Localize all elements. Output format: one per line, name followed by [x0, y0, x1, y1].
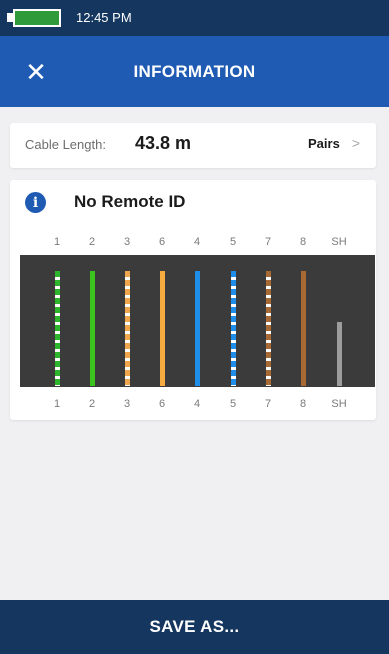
- pin-label-bottom: 2: [88, 398, 96, 410]
- battery-icon: [13, 9, 61, 27]
- pin-label-bottom: SH: [331, 398, 347, 410]
- cable-length-value: 43.8 m: [135, 133, 192, 153]
- pin-label-bottom: 5: [229, 398, 237, 410]
- page-title: INFORMATION: [133, 62, 256, 81]
- status-bar: 12:45 PM: [0, 0, 389, 36]
- wire-pin-sh: [337, 322, 342, 386]
- pin-label-bottom: 4: [193, 398, 201, 410]
- wire-pin-8: [301, 271, 306, 386]
- pin-label-top: 7: [264, 236, 272, 248]
- wire-pin-7: [266, 271, 271, 386]
- title-bar: ✕ INFORMATION: [0, 36, 389, 107]
- cable-length-label: Cable Length:: [25, 137, 106, 152]
- wire-pin-3: [125, 271, 130, 386]
- pin-label-top: 1: [53, 236, 61, 248]
- wiremap-diagram: [20, 255, 375, 387]
- pin-label-top: 3: [123, 236, 131, 248]
- battery-nub: [7, 13, 13, 22]
- pin-label-top: 5: [229, 236, 237, 248]
- status-time: 12:45 PM: [76, 10, 132, 25]
- pairs-label: Pairs: [308, 135, 340, 151]
- pin-label-top: 4: [193, 236, 201, 248]
- wire-pin-6: [160, 271, 165, 386]
- pin-label-top: SH: [331, 236, 347, 248]
- pairs-link[interactable]: Pairs >: [308, 135, 360, 151]
- save-as-button[interactable]: SAVE AS...: [0, 600, 389, 654]
- pin-label-top: 8: [299, 236, 307, 248]
- cable-length-card: Cable Length: 43.8 m Pairs >: [10, 123, 376, 168]
- info-icon: i: [25, 192, 46, 213]
- wire-pin-2: [90, 271, 95, 386]
- pin-label-top: 2: [88, 236, 96, 248]
- wire-pin-5: [231, 271, 236, 386]
- chevron-right-icon: >: [351, 135, 360, 151]
- pin-label-bottom: 3: [123, 398, 131, 410]
- remote-id-label: No Remote ID: [74, 192, 186, 211]
- pin-label-bottom: 6: [158, 398, 166, 410]
- wire-pin-1: [55, 271, 60, 386]
- pin-label-top: 6: [158, 236, 166, 248]
- wire-pin-4: [195, 271, 200, 386]
- pin-label-bottom: 8: [299, 398, 307, 410]
- pin-label-bottom: 1: [53, 398, 61, 410]
- pin-label-bottom: 7: [264, 398, 272, 410]
